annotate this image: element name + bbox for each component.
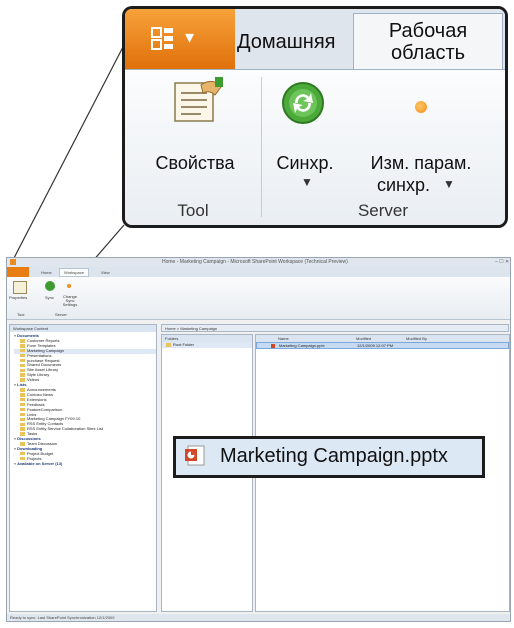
app-icon[interactable] [10, 259, 16, 265]
sync-settings-dropdown-icon[interactable]: ▼ [443, 177, 455, 191]
tab-home[interactable]: Home [41, 270, 52, 275]
file-list-header: Name Modified Modified By [256, 335, 509, 342]
column-modified-by[interactable]: Modified By [406, 335, 427, 342]
file-menu-button[interactable] [7, 267, 29, 277]
tab-workspace[interactable]: Workspace [59, 268, 89, 277]
window-title: Home - Marketing Campaign - Microsoft Sh… [162, 259, 348, 265]
folder-icon [20, 402, 25, 407]
ribbon-change-sync-button[interactable]: Change Sync Settings [59, 295, 81, 307]
file-name-callout: Marketing Campaign.pptx [173, 436, 485, 478]
sync-icon [45, 281, 55, 291]
folder-icon [20, 397, 25, 402]
workspace-content-pane: Workspace Content ▿ Documents Customer Re… [9, 324, 157, 612]
group-separator [261, 77, 262, 217]
status-bar: Ready to sync. Last SharePoint Synchroni… [7, 614, 510, 621]
folder-icon [20, 373, 25, 377]
tab-workspace-line2: область [390, 42, 466, 64]
window-tab-bar: Home Workspace View [7, 267, 510, 277]
group-label-server: Server [357, 201, 409, 220]
pptx-file-icon [184, 445, 206, 467]
pptx-file-icon [271, 344, 275, 348]
folder-icon [20, 393, 25, 397]
app-menu-button[interactable]: ▾ [125, 9, 235, 69]
folder-icon [20, 451, 25, 456]
folder-icon [20, 422, 25, 426]
folder-icon [166, 343, 171, 347]
ribbon-tab-bar: ▾ Домашняя Рабочая область [125, 9, 505, 71]
window-ribbon: Properties Sync Change Sync Settings Too… [7, 277, 510, 320]
ribbon-zoom-callout: ▾ Домашняя Рабочая область Свойства Синх… [122, 6, 508, 228]
properties-button[interactable]: Свойства [135, 77, 255, 181]
folder-icon [20, 417, 25, 422]
sync-settings-label-line2: синхр. [377, 175, 431, 195]
folder-icon [20, 348, 25, 353]
ribbon-sync-button[interactable]: Sync [45, 295, 54, 300]
group-label-tool: Tool [177, 201, 209, 220]
properties-icon [13, 281, 27, 294]
app-menu-icon [151, 27, 173, 50]
file-row-modified: 12/1/2009 12:07 PM [357, 343, 394, 348]
tree-section-label: Available on Server (13) [17, 460, 63, 466]
folder-icon [20, 427, 25, 431]
column-modified[interactable]: Modified [356, 335, 371, 342]
tree-item-label: RSS Entity Service Collaboration Sites L… [27, 426, 103, 432]
folder-icon [20, 412, 25, 417]
folders-header: Folders [162, 335, 252, 342]
sync-button[interactable]: Синхр. ▼ [265, 77, 345, 189]
change-sync-settings-button[interactable]: Изм. парам. синхр. ▼ [351, 77, 501, 197]
change-sync-icon [67, 284, 71, 288]
workspace-content-header: Workspace Content [10, 325, 156, 332]
window-controls-icon[interactable]: – ☐ ✕ [495, 259, 509, 265]
folder-icon [20, 368, 25, 373]
chevron-down-icon: ▾ [185, 27, 195, 47]
properties-label: Свойства [155, 153, 235, 173]
root-folder-label: Root Folder [173, 342, 194, 347]
folder-icon [20, 407, 25, 412]
root-folder-item[interactable]: Root Folder [162, 342, 252, 348]
breadcrumb[interactable]: Home > Marketing Campaign [161, 324, 509, 332]
file-row-name: Marketing Campaign.pptx [279, 343, 325, 348]
folder-icon [20, 344, 25, 348]
column-name[interactable]: Name [278, 335, 289, 342]
tree-section-label: Lists [17, 382, 27, 388]
folder-icon [20, 358, 25, 363]
sync-icon [282, 82, 324, 124]
folder-icon [20, 353, 25, 358]
tab-home[interactable]: Домашняя [237, 31, 336, 54]
content-tree: ▿ Documents Customer Reports Form Template… [10, 332, 156, 466]
ribbon-properties-button[interactable]: Properties [9, 295, 27, 300]
sync-label: Синхр. [276, 153, 334, 173]
title-bar: Home - Marketing Campaign - Microsoft Sh… [7, 258, 510, 267]
folder-icon [20, 388, 25, 392]
sync-settings-label-line1: Изм. парам. [370, 153, 472, 173]
ribbon-group-server: Server [55, 312, 67, 317]
tree-item[interactable]: ▿ Available on Server (13) [14, 460, 156, 467]
tab-workspace-line1: Рабочая [388, 20, 468, 42]
sync-settings-dot-icon [415, 101, 427, 113]
file-callout-name: Marketing Campaign.pptx [220, 445, 448, 467]
folder-icon [20, 363, 25, 368]
tree-item-label: Videos [27, 377, 40, 383]
tab-view[interactable]: View [101, 270, 110, 275]
tab-workspace[interactable]: Рабочая область [353, 13, 503, 71]
sync-dropdown-icon[interactable]: ▼ [301, 175, 313, 189]
properties-icon [174, 77, 223, 122]
folder-icon [20, 339, 25, 343]
file-row[interactable]: Marketing Campaign.pptx 12/1/2009 12:07 … [256, 342, 509, 349]
ribbon-group-tool: Tool [17, 312, 25, 317]
